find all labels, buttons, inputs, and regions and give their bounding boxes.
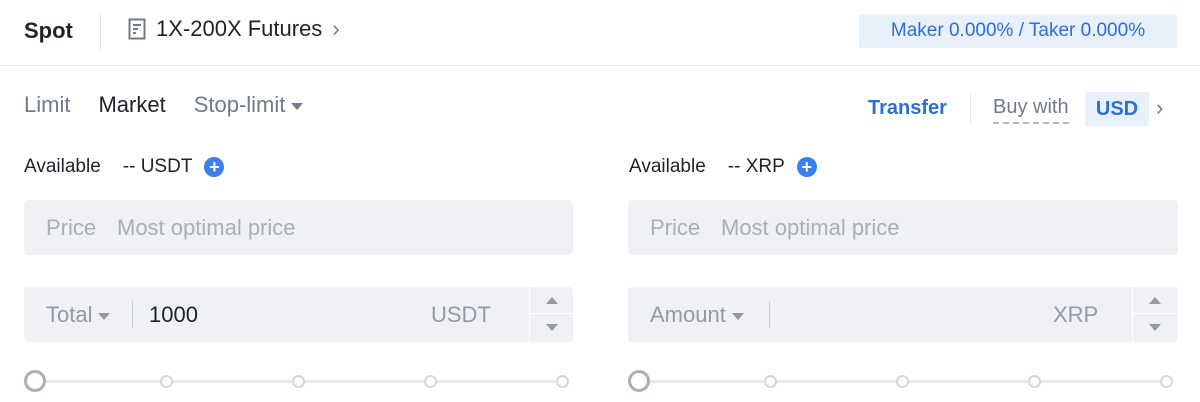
slider-handle[interactable] bbox=[24, 370, 46, 392]
buy-price-field: Price Most optimal price bbox=[24, 200, 573, 255]
slider-mark-25[interactable] bbox=[160, 375, 173, 388]
sell-percent-slider[interactable] bbox=[628, 370, 1178, 394]
slider-mark-50[interactable] bbox=[292, 375, 305, 388]
amount-dropdown[interactable]: Amount bbox=[650, 302, 744, 328]
buy-available: Available -- USDT + bbox=[24, 156, 225, 178]
available-value: -- XRP bbox=[727, 156, 785, 177]
decrement-button[interactable] bbox=[1133, 315, 1177, 342]
sell-price-field: Price Most optimal price bbox=[628, 200, 1178, 255]
caret-down-icon bbox=[291, 102, 304, 110]
slider-handle[interactable] bbox=[628, 370, 650, 392]
order-type-tabs: Limit Market Stop-limit bbox=[24, 92, 304, 118]
currency-select[interactable]: USD bbox=[1085, 92, 1149, 126]
divider bbox=[970, 94, 971, 124]
buy-with-label[interactable]: Buy with bbox=[993, 96, 1069, 124]
slider-mark-50[interactable] bbox=[896, 375, 909, 388]
price-placeholder: Most optimal price bbox=[117, 215, 296, 240]
decrement-button[interactable] bbox=[530, 315, 574, 342]
caret-down-icon bbox=[98, 312, 111, 320]
available-label: Available bbox=[629, 156, 706, 177]
sell-available: Available -- XRP + bbox=[629, 156, 817, 178]
slider-mark-75[interactable] bbox=[1028, 375, 1041, 388]
document-icon bbox=[128, 18, 146, 40]
increment-button[interactable] bbox=[1133, 287, 1177, 314]
total-dropdown[interactable]: Total bbox=[46, 302, 111, 328]
field-divider bbox=[769, 301, 770, 328]
tab-market[interactable]: Market bbox=[98, 92, 165, 118]
divider bbox=[100, 14, 101, 50]
spot-title[interactable]: Spot bbox=[24, 18, 73, 44]
plus-circle-icon[interactable]: + bbox=[796, 157, 817, 177]
tab-stop-limit-label: Stop-limit bbox=[193, 92, 286, 117]
caret-up-icon bbox=[546, 297, 558, 304]
slider-mark-75[interactable] bbox=[424, 375, 437, 388]
amount-unit: XRP bbox=[1053, 302, 1099, 327]
caret-up-icon bbox=[1149, 297, 1161, 304]
amount-stepper bbox=[1132, 287, 1177, 342]
slider-mark-25[interactable] bbox=[764, 375, 777, 388]
futures-link[interactable]: 1X-200X Futures › bbox=[128, 16, 340, 42]
total-unit: USDT bbox=[431, 302, 491, 327]
slider-mark-100[interactable] bbox=[556, 375, 569, 388]
available-value: -- USDT bbox=[122, 156, 193, 177]
buy-total-field: Total 1000 USDT bbox=[24, 287, 574, 342]
futures-label: 1X-200X Futures bbox=[156, 16, 323, 41]
caret-down-icon bbox=[1149, 324, 1161, 331]
fee-badge: Maker 0.000% / Taker 0.000% bbox=[859, 14, 1177, 48]
total-stepper bbox=[529, 287, 574, 342]
sell-amount-field: Amount XRP bbox=[628, 287, 1178, 342]
caret-down-icon bbox=[731, 312, 744, 320]
chevron-right-icon[interactable]: › bbox=[1156, 95, 1163, 121]
tab-stop-limit[interactable]: Stop-limit bbox=[194, 92, 304, 118]
transfer-button[interactable]: Transfer bbox=[868, 97, 947, 120]
available-label: Available bbox=[24, 156, 101, 177]
total-label: Total bbox=[46, 302, 93, 327]
price-label: Price bbox=[650, 215, 701, 240]
field-divider bbox=[132, 301, 133, 328]
plus-circle-icon[interactable]: + bbox=[204, 157, 225, 177]
slider-mark-100[interactable] bbox=[1160, 375, 1173, 388]
total-input[interactable]: 1000 bbox=[149, 302, 198, 328]
tab-limit[interactable]: Limit bbox=[24, 92, 70, 118]
price-label: Price bbox=[46, 215, 97, 240]
amount-label: Amount bbox=[650, 302, 726, 327]
top-bar: Spot 1X-200X Futures › Maker 0.000% / Ta… bbox=[0, 0, 1200, 66]
price-placeholder: Most optimal price bbox=[721, 215, 900, 240]
caret-down-icon bbox=[546, 324, 558, 331]
increment-button[interactable] bbox=[530, 287, 574, 314]
chevron-right-icon: › bbox=[332, 16, 340, 41]
buy-percent-slider[interactable] bbox=[24, 370, 574, 394]
